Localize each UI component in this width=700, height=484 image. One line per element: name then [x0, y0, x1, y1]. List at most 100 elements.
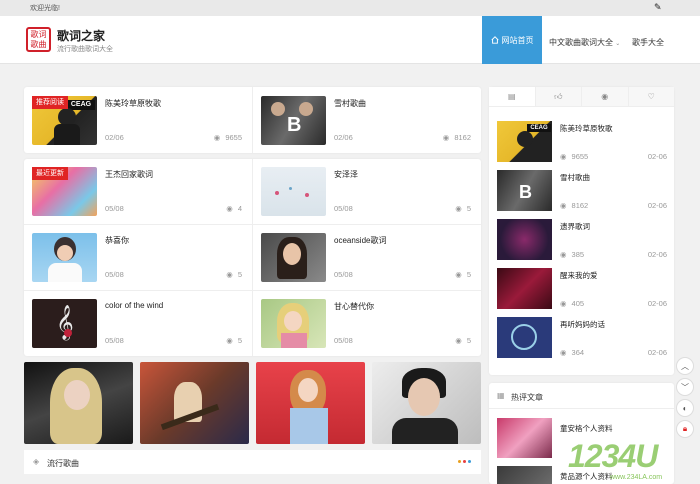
- gallery-image[interactable]: [372, 362, 481, 444]
- recommend-tag: 推荐阅读: [32, 96, 68, 109]
- featured-card: CEAG 推荐阅读 陈美玲草原牧歌 02/06 ◉ 9655 B 雪村歌曲 02/…: [24, 87, 481, 153]
- sidebar-item-date: 02-06: [647, 348, 667, 357]
- list-item[interactable]: 安泽泽 05/08 ◉ 5: [253, 159, 481, 223]
- gallery-image[interactable]: [256, 362, 365, 444]
- layers-icon: ◈: [33, 457, 40, 466]
- list-item[interactable]: 最近更新 王杰回家歌词 05/08 ◉ 4: [24, 159, 252, 223]
- tab-likes[interactable]: 👍︎: [535, 87, 582, 106]
- view-count: ◉ 5: [455, 204, 471, 213]
- site-subtitle: 流行歌曲歌词大全: [57, 46, 113, 53]
- list-item[interactable]: 甘心替代你 05/08 ◉ 5: [253, 291, 481, 355]
- sidebar-thumbnail[interactable]: B: [497, 170, 552, 211]
- sidebar-thumbnail[interactable]: [497, 219, 552, 260]
- lock-icon: 🔒︎: [682, 424, 688, 433]
- song-title[interactable]: 王杰回家歌词: [105, 169, 153, 180]
- sidebar-item[interactable]: 遗界歌词 ◉ 385 02-06: [497, 219, 667, 261]
- view-count: ◉ 364: [560, 348, 585, 357]
- song-title[interactable]: 陈美玲草原牧歌: [105, 98, 161, 109]
- song-title[interactable]: 恭喜你: [105, 235, 129, 246]
- hot-thumbnail[interactable]: [497, 418, 552, 458]
- dots-indicator: [458, 460, 471, 463]
- song-title[interactable]: color of the wind: [105, 301, 163, 310]
- sidebar-item[interactable]: 再听妈妈的话 ◉ 364 02-06: [497, 317, 667, 359]
- list-item[interactable]: 𝄞 color of the wind 05/08 ◉ 5: [24, 291, 252, 355]
- sidebar-item-title[interactable]: 遗界歌词: [560, 221, 590, 232]
- list-item[interactable]: oceanside歌词 05/08 ◉ 5: [253, 225, 481, 289]
- lock-button[interactable]: 🔒︎: [676, 420, 694, 438]
- view-count: ◉ 5: [226, 270, 242, 279]
- list-item[interactable]: B 雪村歌曲 02/06 ◉ 8162: [253, 88, 481, 152]
- gallery-image[interactable]: [24, 362, 133, 444]
- list-item[interactable]: CEAG 推荐阅读 陈美玲草原牧歌 02/06 ◉ 9655: [24, 88, 252, 152]
- tab-latest[interactable]: ▤: [489, 87, 536, 106]
- site-title[interactable]: 歌词之家: [57, 27, 105, 44]
- song-thumbnail[interactable]: [261, 233, 326, 282]
- sidebar-item-title[interactable]: 陈美玲草原牧歌: [560, 123, 613, 134]
- eye-icon: ◉: [560, 250, 567, 259]
- view-count: ◉ 9655: [560, 152, 589, 161]
- view-count: ◉ 5: [455, 270, 471, 279]
- site-logo[interactable]: 歌词 歌曲: [26, 27, 51, 52]
- theme-toggle-button[interactable]: ◐: [676, 399, 694, 417]
- view-count: ◉ 8162: [560, 201, 589, 210]
- eye-icon: ◉: [560, 201, 567, 210]
- eye-icon: ◉: [226, 270, 233, 279]
- song-thumbnail[interactable]: [261, 299, 326, 348]
- eye-icon: ◉: [226, 336, 233, 345]
- nav-singers[interactable]: 歌手大全: [632, 37, 664, 48]
- nav-home[interactable]: 网站首页: [482, 16, 542, 64]
- song-title[interactable]: 安泽泽: [334, 169, 358, 180]
- sidebar-item-title[interactable]: 再听妈妈的话: [560, 319, 605, 330]
- chevron-up-icon: ︿: [681, 361, 689, 371]
- eye-icon: ◉: [455, 336, 462, 345]
- eye-icon: ◉: [601, 92, 609, 101]
- hot-articles-header: ▦ 热评文章: [489, 383, 674, 409]
- view-count: ◉ 8162: [442, 133, 471, 142]
- gallery-image[interactable]: [140, 362, 249, 444]
- sidebar-item[interactable]: CEAG 陈美玲草原牧歌 ◉ 9655 02-06: [497, 121, 667, 163]
- song-thumbnail[interactable]: [32, 233, 97, 282]
- sidebar-thumbnail[interactable]: [497, 268, 552, 309]
- song-date: 05/08: [334, 270, 353, 279]
- sidebar-item[interactable]: B 雪村歌曲 ◉ 8162 02-06: [497, 170, 667, 212]
- eye-icon: ◉: [455, 204, 462, 213]
- watermark-logo: 1234U: [568, 438, 658, 474]
- list-item[interactable]: 恭喜你 05/08 ◉ 5: [24, 225, 252, 289]
- eye-icon: ◉: [213, 133, 221, 142]
- sidebar-item-date: 02-06: [647, 299, 667, 308]
- tab-views[interactable]: ◉: [582, 87, 629, 106]
- scroll-up-button[interactable]: ︿: [676, 357, 694, 375]
- song-title[interactable]: 雪村歌曲: [334, 98, 366, 109]
- hot-articles-title: 热评文章: [511, 393, 543, 402]
- eye-icon: ◉: [560, 299, 567, 308]
- song-date: 05/08: [334, 336, 353, 345]
- sidebar-item-title[interactable]: 雪村歌曲: [560, 172, 590, 183]
- eye-icon: ◉: [560, 152, 567, 161]
- hot-thumbnail[interactable]: [497, 466, 552, 484]
- view-count: ◉ 5: [226, 336, 242, 345]
- song-date: 05/08: [105, 336, 124, 345]
- tab-favorites[interactable]: ♡: [628, 87, 674, 106]
- sidebar-thumbnail[interactable]: [497, 317, 552, 358]
- heart-icon: ♡: [647, 92, 655, 101]
- eye-icon: ◉: [455, 270, 462, 279]
- song-date: 05/08: [334, 204, 353, 213]
- nav-chinese-songs[interactable]: 中文歌曲歌词大全 ⌄: [549, 37, 620, 48]
- top-bar: 欢迎光临! ✎: [0, 0, 700, 16]
- song-thumbnail[interactable]: 𝄞: [32, 299, 97, 348]
- sidebar-thumbnail[interactable]: CEAG: [497, 121, 552, 162]
- song-date: 02/06: [105, 133, 124, 142]
- song-thumbnail[interactable]: B: [261, 96, 326, 145]
- song-thumbnail[interactable]: [261, 167, 326, 216]
- card-icon: ▤: [507, 92, 516, 101]
- pencil-icon[interactable]: ✎: [654, 2, 662, 13]
- song-title[interactable]: 甘心替代你: [334, 301, 374, 312]
- sidebar-item-title[interactable]: 醒来我的爱: [560, 270, 598, 281]
- song-title[interactable]: oceanside歌词: [334, 235, 386, 246]
- hot-item-title[interactable]: 童安格个人资料: [560, 423, 613, 434]
- view-count: ◉ 9655: [213, 133, 242, 142]
- scroll-down-button[interactable]: ﹀: [676, 378, 694, 396]
- section-title: 流行歌曲: [47, 459, 79, 468]
- sidebar-item[interactable]: 醒来我的爱 ◉ 405 02-06: [497, 268, 667, 310]
- view-count: ◉ 385: [560, 250, 585, 259]
